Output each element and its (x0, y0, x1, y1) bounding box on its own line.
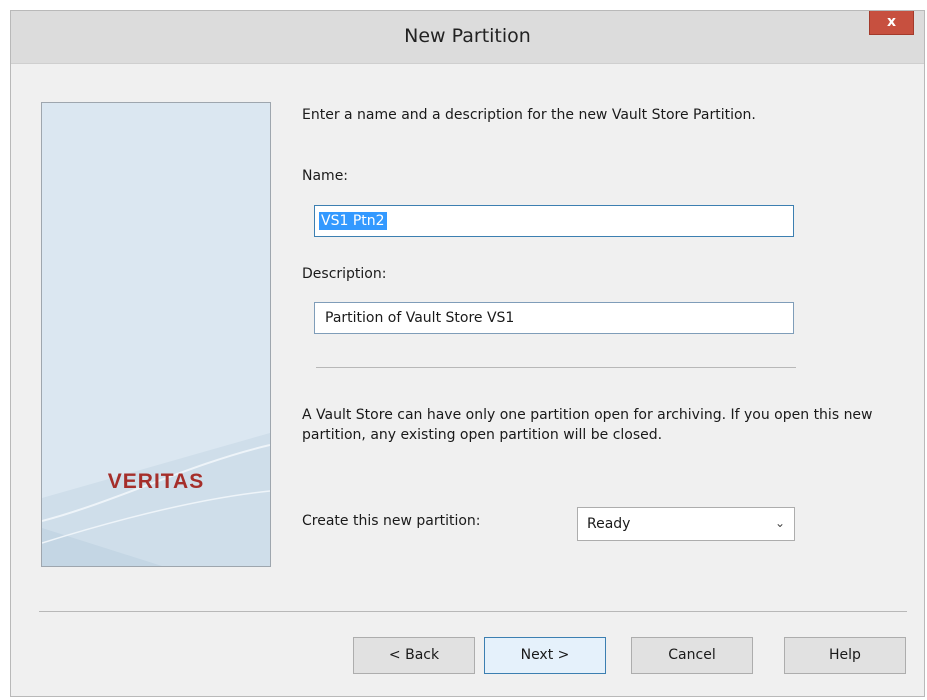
warning-text: A Vault Store can have only one partitio… (302, 407, 873, 443)
footer-separator (39, 611, 907, 612)
branding-panel: VERITAS (41, 102, 271, 567)
close-button[interactable]: x (869, 11, 914, 35)
cancel-button[interactable]: Cancel (631, 637, 753, 674)
create-partition-label: Create this new partition: (302, 513, 481, 529)
veritas-logo: VERITAS (107, 470, 205, 493)
dialog-title: New Partition (404, 25, 531, 47)
create-partition-value: Ready (587, 516, 631, 532)
close-icon: x (886, 14, 897, 30)
name-label: Name: (302, 168, 349, 184)
title-bar: New Partition x (11, 11, 924, 64)
decorative-waves (42, 433, 270, 566)
intro-text: Enter a name and a description for the n… (302, 107, 756, 123)
description-input[interactable]: Partition of Vault Store VS1 (314, 302, 794, 334)
name-input[interactable]: VS1 Ptn2 (314, 205, 794, 237)
name-input-selected-text: VS1 Ptn2 (319, 212, 387, 230)
create-partition-select[interactable]: Ready ⌄ (577, 507, 795, 541)
new-partition-dialog: New Partition x VERITAS Enter a name and… (10, 10, 925, 697)
chevron-down-icon: ⌄ (774, 516, 785, 530)
separator (316, 367, 796, 368)
description-label: Description: (302, 266, 387, 282)
next-button[interactable]: Next > (484, 637, 606, 674)
back-button[interactable]: < Back (353, 637, 475, 674)
help-button[interactable]: Help (784, 637, 906, 674)
description-value: Partition of Vault Store VS1 (325, 310, 515, 326)
